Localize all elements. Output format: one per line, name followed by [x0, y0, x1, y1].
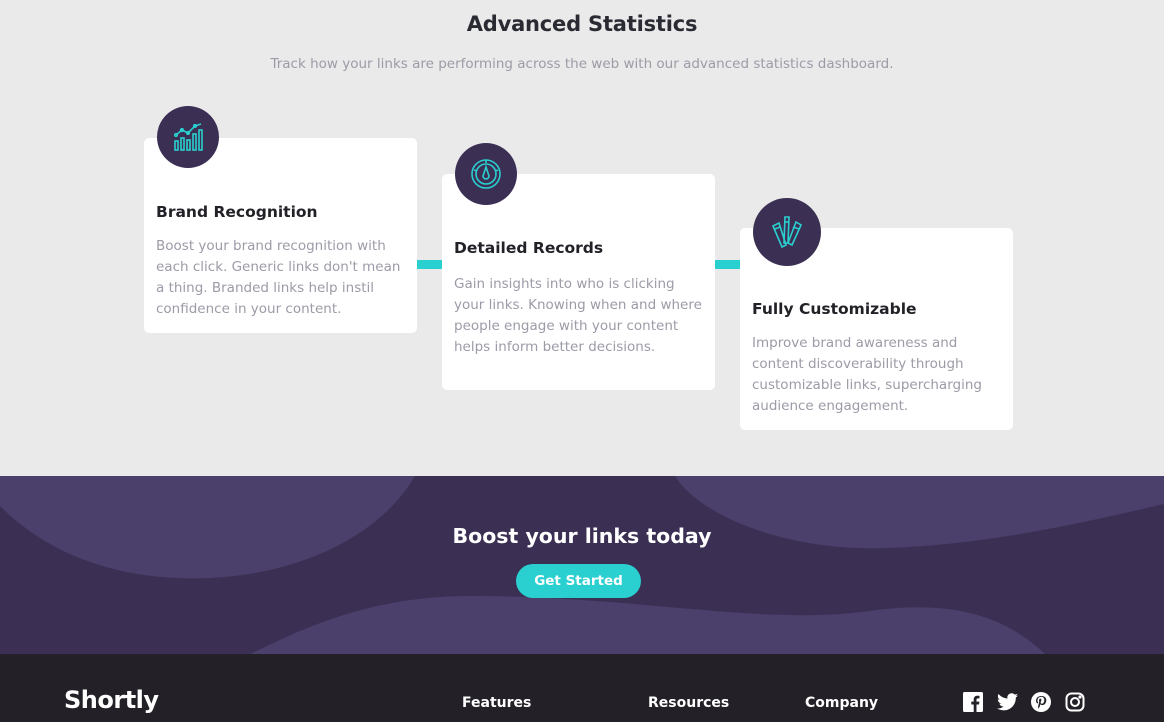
footer-heading-resources[interactable]: Resources: [648, 695, 729, 711]
boost-title: Boost your links today: [452, 524, 712, 548]
instagram-icon[interactable]: [1064, 691, 1086, 713]
chart-icon: [157, 106, 219, 168]
pinterest-icon[interactable]: [1030, 691, 1052, 713]
footer-heading-company[interactable]: Company: [805, 695, 878, 711]
footer: Shortly Features Resources Company: [0, 654, 1164, 722]
footer-heading-features[interactable]: Features: [462, 695, 531, 711]
card-connector: [417, 260, 442, 269]
card-title: Fully Customizable: [752, 300, 917, 318]
get-started-button[interactable]: Get Started: [516, 564, 641, 598]
twitter-icon[interactable]: [996, 691, 1018, 713]
gauge-icon: [455, 143, 517, 205]
statistics-title: Advanced Statistics: [466, 12, 698, 36]
card-body: Boost your brand recognition with each c…: [156, 238, 401, 317]
card-body: Improve brand awareness and content disc…: [752, 335, 982, 414]
facebook-icon[interactable]: [962, 691, 984, 713]
footer-logo[interactable]: Shortly: [64, 686, 159, 714]
statistics-section: Advanced Statistics Track how your links…: [0, 0, 1164, 476]
statistics-subtitle: Track how your links are performing acro…: [270, 56, 894, 72]
card-detailed-records: Detailed Records Gain insights into who …: [442, 174, 715, 390]
boost-section: Boost your links today Get Started: [0, 476, 1164, 654]
pens-icon: [753, 198, 821, 266]
card-title: Brand Recognition: [156, 203, 318, 221]
card-body: Gain insights into who is clicking your …: [454, 276, 702, 355]
card-title: Detailed Records: [454, 239, 604, 257]
card-connector: [715, 260, 740, 269]
